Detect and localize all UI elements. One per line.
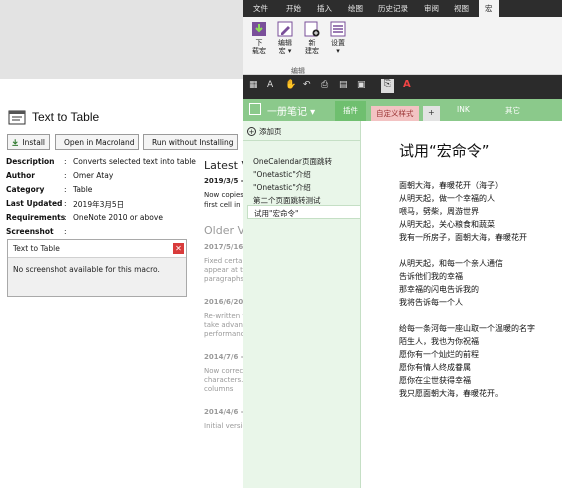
run-label: Run without Installing: [152, 137, 234, 147]
poem-line: 愿你有一个灿烂的前程: [399, 350, 479, 359]
version-text: appear at th: [204, 266, 248, 274]
add-page-button[interactable]: + 添加页: [247, 126, 282, 137]
page-item[interactable]: "Onetastic"介绍: [253, 182, 311, 193]
add-page-label: 添加页: [259, 127, 282, 136]
page-item-selected[interactable]: 试用"宏命令": [247, 205, 361, 219]
latest-version-text: Now copies: [204, 191, 244, 199]
menu-history[interactable]: 历史记录: [378, 3, 408, 14]
edit-macro-button[interactable]: 编辑 宏 ▾: [272, 21, 298, 55]
version-date: 2016/6/20: [204, 298, 244, 306]
quick-access-toolbar: ▦ A ✋ ↶ ⎙ ▤ ▣ ⎘ A: [243, 75, 562, 99]
macro-title: Text to Table: [32, 110, 100, 124]
download-macro-button[interactable]: 下 载宏: [246, 21, 272, 55]
menu-view[interactable]: 视图: [454, 3, 469, 14]
poem-line: 从明天起，和每一个亲人通信: [399, 259, 503, 268]
menu-insert[interactable]: 插入: [317, 3, 332, 14]
divider: [243, 140, 360, 141]
version-text: Initial versio: [204, 422, 247, 430]
page-item[interactable]: "Onetastic"介绍: [253, 169, 311, 180]
poem-line: 愿你在尘世获得幸福: [399, 376, 471, 385]
edit-macro-label: 编辑 宏 ▾: [278, 39, 292, 55]
format-icon[interactable]: ▤: [339, 80, 348, 90]
poem-line: 我有一所房子，面朝大海，春暖花开: [399, 233, 527, 242]
version-text: take advant: [204, 321, 246, 329]
tab-plugins[interactable]: 插件: [335, 101, 366, 121]
hand-tool-icon[interactable]: ✋: [285, 80, 296, 90]
screen: Text to Table Install Open in Macroland …: [0, 0, 562, 488]
poem-line: 从明天起，做一个幸福的人: [399, 194, 495, 203]
notebook-name[interactable]: 一册笔记 ▾: [267, 103, 315, 118]
menu-macro[interactable]: 宏: [479, 0, 499, 17]
paste-icon[interactable]: ⎘: [381, 79, 394, 93]
install-label: Install: [22, 137, 45, 147]
page-title[interactable]: 试用“宏命令”: [399, 140, 490, 161]
settings-button[interactable]: 设置 ▾: [325, 21, 351, 55]
macro-icon: [8, 110, 26, 125]
menu-file[interactable]: 文件: [253, 3, 268, 14]
new-macro-button[interactable]: 新 建宏: [299, 21, 325, 55]
poem-line: 从明天起，关心粮食和蔬菜: [399, 220, 495, 229]
version-text: performanc: [204, 330, 245, 338]
close-icon[interactable]: ✕: [173, 243, 184, 254]
poem-line: 面朝大海，春暖花开（海子）: [399, 181, 503, 190]
latest-version-date: 2019/3/5 -: [204, 177, 244, 185]
web-header-gray-area: [0, 0, 243, 79]
new-macro-label: 新 建宏: [305, 39, 319, 55]
tab-add[interactable]: +: [423, 106, 440, 121]
version-text: columns: [204, 385, 234, 393]
version-date: 2014/7/6 -: [204, 353, 244, 361]
edit-macro-icon: [277, 21, 293, 37]
notebook-icon: [249, 103, 261, 115]
screenshot-message: No screenshot available for this macro.: [13, 265, 160, 274]
settings-label: 设置 ▾: [331, 39, 345, 55]
table-tool-icon[interactable]: ▦: [249, 80, 258, 90]
save-icon[interactable]: ▣: [357, 80, 366, 90]
open-in-macroland-button[interactable]: Open in Macroland: [55, 134, 139, 150]
screenshot-panel-title: Text to Table: [13, 244, 60, 253]
poem-line: 给每一条河每一座山取一个温暖的名字: [399, 324, 535, 333]
undo-icon[interactable]: ↶: [303, 80, 311, 90]
version-date: 2014/4/6 -: [204, 408, 244, 416]
notebook-bar: 一册笔记 ▾ 插件 自定义样式 + INK 其它: [243, 99, 562, 121]
version-text: paragraphs.: [204, 275, 247, 283]
install-icon: [12, 138, 19, 146]
page-list: + 添加页 OneCalendar页面跳转 "Onetastic"介绍 "One…: [243, 121, 361, 488]
screenshot-panel-header: Text to Table ✕: [8, 240, 186, 258]
poem-line: 那幸福的闪电告诉我的: [399, 285, 479, 294]
tab-custom-styles[interactable]: 自定义样式: [371, 106, 419, 121]
settings-icon: [330, 21, 346, 37]
version-text: Fixed certai: [204, 257, 245, 265]
tab-other[interactable]: 其它: [505, 105, 520, 116]
poem-line: 我将告诉每一个人: [399, 298, 463, 307]
open-label: Open in Macroland: [64, 137, 135, 147]
ribbon: 下 载宏 编辑 宏 ▾ 新 建宏 设置 ▾ 编辑: [243, 17, 562, 75]
menu-bar: 文件 开始 插入 绘图 历史记录 审阅 视图 宏: [243, 0, 562, 17]
font-color-icon[interactable]: A: [403, 79, 411, 90]
poem-line: 告诉他们我的幸福: [399, 272, 463, 281]
menu-draw[interactable]: 绘图: [348, 3, 363, 14]
run-without-installing-button[interactable]: Run without Installing: [143, 134, 238, 150]
tab-ink[interactable]: INK: [457, 105, 470, 114]
text-tool-icon[interactable]: A: [267, 80, 273, 90]
version-date: 2017/5/16: [204, 243, 244, 251]
screenshot-panel: Text to Table ✕ No screenshot available …: [7, 239, 187, 297]
add-page-icon: +: [247, 127, 256, 136]
page-item[interactable]: OneCalendar页面跳转: [253, 156, 332, 167]
download-macro-label: 下 载宏: [252, 39, 266, 55]
latest-version-text: first cell in e: [204, 201, 248, 209]
poem-line: 陌生人，我也为你祝福: [399, 337, 479, 346]
version-text: Re-written w: [204, 312, 249, 320]
print-icon[interactable]: ⎙: [321, 80, 328, 90]
older-versions-heading: Older V: [204, 224, 246, 237]
new-macro-icon: [304, 21, 320, 37]
menu-review[interactable]: 审阅: [424, 3, 439, 14]
poem-line: 愿你有情人终成眷属: [399, 363, 471, 372]
download-macro-icon: [252, 22, 266, 36]
poem-line: 喂马，劈柴，周游世界: [399, 207, 479, 216]
install-button[interactable]: Install: [7, 134, 50, 150]
menu-home[interactable]: 开始: [286, 3, 301, 14]
poem-line: 我只愿面朝大海，春暖花开。: [399, 389, 503, 398]
version-text: Now correc: [204, 367, 244, 375]
